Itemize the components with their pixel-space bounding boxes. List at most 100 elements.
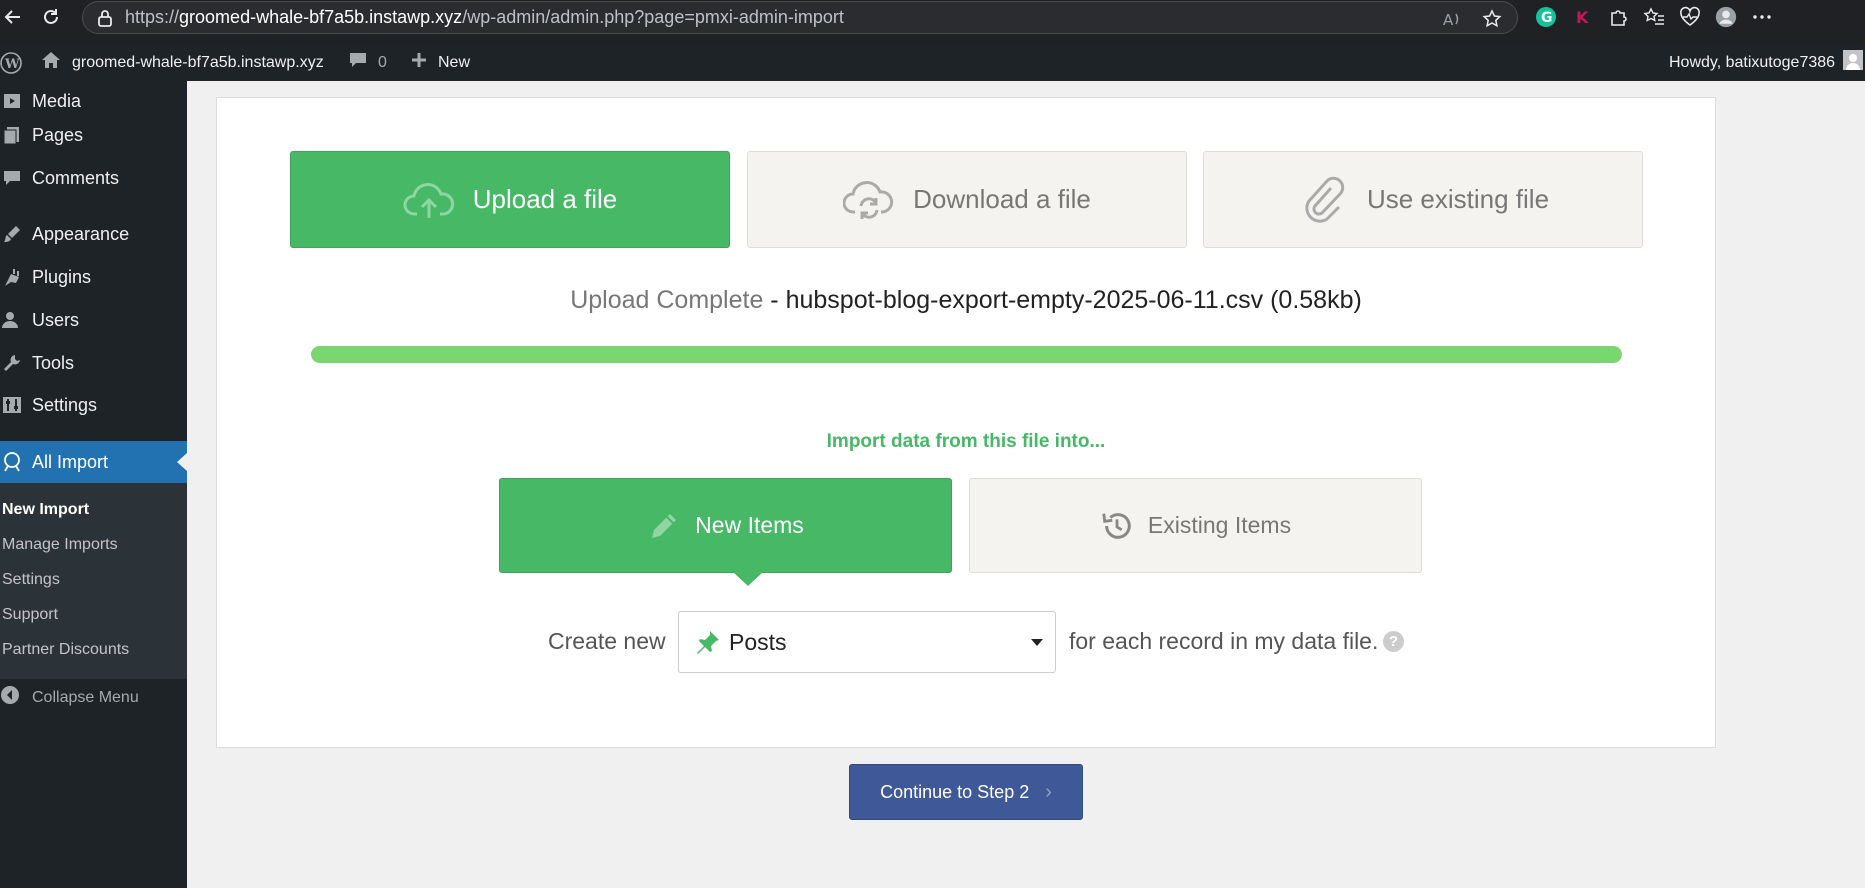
back-icon[interactable] — [0, 4, 26, 30]
menu-label-plugins: Plugins — [32, 266, 92, 287]
new-items-label: New Items — [695, 512, 804, 538]
url-scheme: https:// — [125, 7, 180, 27]
grammarly-icon[interactable]: G — [1535, 6, 1557, 28]
use-existing-file-button[interactable]: Use existing file — [1203, 151, 1643, 248]
submenu-new-import[interactable]: New Import — [2, 501, 89, 519]
upload-file-button[interactable]: Upload a file — [290, 151, 730, 248]
profile-avatar-icon[interactable] — [1715, 6, 1737, 28]
chevron-right-icon: › — [1045, 780, 1052, 803]
submenu-manage-imports[interactable]: Manage Imports — [2, 536, 118, 554]
all-import-submenu: New Import Manage Imports Settings Suppo… — [0, 483, 187, 679]
favorite-star-icon[interactable] — [1481, 8, 1503, 30]
upload-progress-bar — [311, 346, 1622, 363]
import-panel: Upload a file Download a file Use existi… — [216, 97, 1716, 748]
health-heart-icon[interactable] — [1679, 6, 1701, 28]
history-icon — [1100, 509, 1134, 543]
menu-item-users[interactable]: Users — [0, 300, 187, 340]
uploaded-file-info: - hubspot-blog-export-empty-2025-06-11.c… — [763, 286, 1362, 314]
use-existing-file-label: Use existing file — [1366, 184, 1550, 214]
menu-label-appearance: Appearance — [32, 223, 130, 244]
for-each-record-label: for each record in my data file. — [1069, 628, 1379, 654]
help-icon[interactable]: ? — [1383, 631, 1404, 652]
users-icon — [0, 308, 24, 332]
k-extension-icon[interactable]: K — [1571, 6, 1593, 28]
read-aloud-icon[interactable]: A — [1441, 8, 1463, 30]
account-menu[interactable]: Howdy, batixutoge7386 — [1669, 44, 1864, 81]
cloud-sync-icon — [843, 174, 895, 226]
cloud-upload-icon — [403, 174, 455, 226]
menu-item-tools[interactable]: Tools — [0, 343, 187, 383]
select-caret-icon — [1031, 639, 1043, 646]
settings-icon — [0, 393, 24, 417]
wp-admin-bar: W groomed-whale-bf7a5b.instawp.xyz 0 New… — [0, 44, 1865, 81]
extensions-puzzle-icon[interactable] — [1607, 6, 1629, 28]
existing-items-button[interactable]: Existing Items — [969, 478, 1422, 573]
plus-icon — [410, 51, 428, 74]
collapse-menu-button[interactable]: Collapse Menu — [0, 685, 139, 710]
url-path: /wp-admin/admin.php?page=pmxi-admin-impo… — [462, 7, 844, 27]
submenu-settings[interactable]: Settings — [2, 571, 60, 589]
pages-icon — [0, 123, 24, 147]
reload-icon[interactable] — [38, 4, 64, 30]
media-icon — [0, 89, 24, 113]
comments-icon — [0, 166, 24, 190]
site-name: groomed-whale-bf7a5b.instawp.xyz — [72, 53, 324, 71]
submenu-partner-discounts[interactable]: Partner Discounts — [2, 641, 129, 659]
post-type-select[interactable]: Posts — [678, 611, 1056, 673]
continue-step-2-button[interactable]: Continue to Step 2 › — [849, 764, 1083, 820]
menu-item-appearance[interactable]: Appearance — [0, 214, 187, 254]
lock-icon — [95, 8, 115, 28]
new-items-button[interactable]: New Items — [499, 478, 952, 573]
svg-text:G: G — [1541, 10, 1553, 26]
plugins-icon — [0, 265, 24, 289]
wordpress-logo-icon[interactable]: W — [0, 44, 22, 81]
post-type-value: Posts — [729, 628, 787, 655]
menu-item-comments[interactable]: Comments — [0, 158, 187, 198]
collapse-menu-label: Collapse Menu — [32, 688, 139, 706]
menu-item-all-import[interactable]: All Import — [0, 441, 187, 483]
download-file-label: Download a file — [913, 184, 1091, 214]
new-items-pointer — [733, 572, 763, 586]
browser-toolbar: https://groomed-whale-bf7a5b.instawp.xyz… — [0, 0, 1865, 34]
upload-status: Upload Complete - hubspot-blog-export-em… — [217, 286, 1715, 315]
svg-text:W: W — [4, 57, 20, 72]
pushpin-icon — [695, 629, 721, 655]
upload-file-label: Upload a file — [472, 184, 618, 214]
new-label: New — [438, 53, 471, 71]
tools-icon — [0, 351, 24, 375]
menu-item-plugins[interactable]: Plugins — [0, 257, 187, 297]
paperclip-icon — [1297, 174, 1349, 226]
menu-label-media: Media — [32, 90, 82, 111]
download-file-button[interactable]: Download a file — [747, 151, 1187, 248]
all-import-icon — [0, 450, 24, 474]
menu-label-settings: Settings — [32, 394, 98, 415]
user-avatar-icon — [1843, 50, 1864, 75]
create-new-row: Create new Posts for each record in my d… — [217, 611, 1715, 673]
new-content-link[interactable]: New — [410, 44, 470, 81]
appearance-icon — [0, 222, 24, 246]
howdy-text: Howdy, batixutoge7386 — [1669, 53, 1836, 71]
more-menu-icon[interactable] — [1751, 6, 1773, 28]
favorites-list-icon[interactable] — [1643, 6, 1665, 28]
menu-label-users: Users — [32, 309, 80, 330]
site-home-link[interactable]: groomed-whale-bf7a5b.instawp.xyz — [40, 44, 324, 81]
collapse-arrow-icon — [0, 685, 20, 710]
submenu-support[interactable]: Support — [2, 606, 58, 624]
browser-divider — [0, 34, 1865, 44]
active-menu-arrow — [177, 453, 187, 471]
pencil-icon — [647, 509, 681, 543]
menu-label-all-import: All Import — [32, 451, 109, 472]
comments-link[interactable]: 0 — [348, 44, 387, 81]
create-new-label: Create new — [548, 628, 666, 654]
menu-label-tools: Tools — [32, 352, 75, 373]
comments-count: 0 — [378, 53, 387, 71]
upload-progress-fill — [311, 346, 1622, 363]
svg-text:K: K — [1576, 8, 1589, 27]
menu-label-pages: Pages — [32, 124, 84, 145]
menu-item-pages[interactable]: Pages — [0, 115, 187, 155]
menu-item-settings[interactable]: Settings — [0, 385, 187, 425]
upload-complete-text: Upload Complete — [570, 286, 764, 314]
import-into-heading: Import data from this file into... — [826, 431, 1106, 452]
address-bar[interactable]: https://groomed-whale-bf7a5b.instawp.xyz… — [82, 1, 1518, 34]
url-host: groomed-whale-bf7a5b.instawp.xyz — [179, 7, 463, 27]
